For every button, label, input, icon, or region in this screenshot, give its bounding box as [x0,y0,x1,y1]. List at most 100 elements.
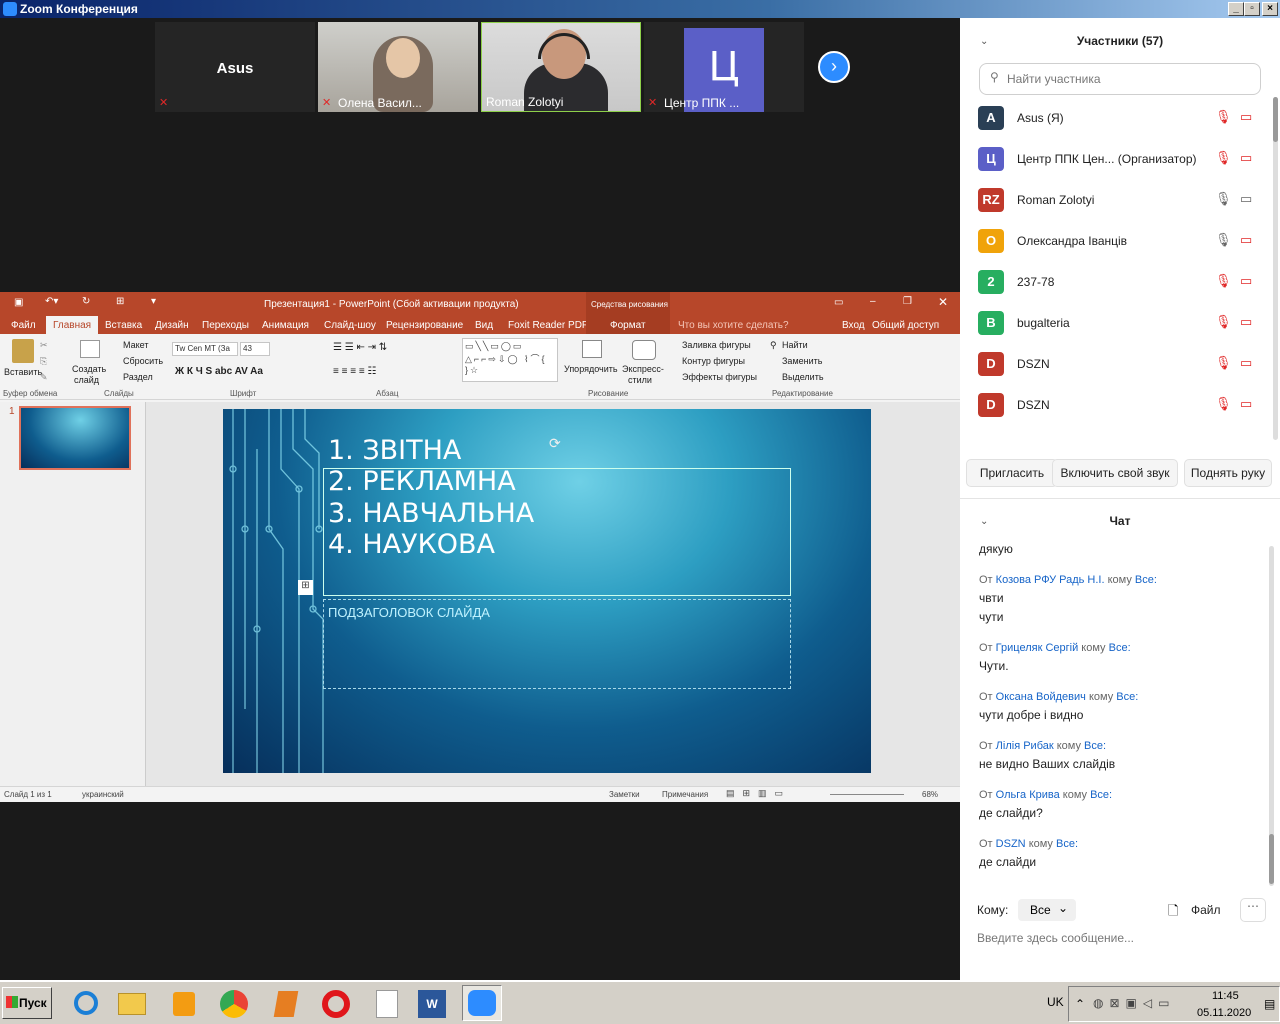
layout-button[interactable]: Макет [123,340,148,350]
sender-name[interactable]: Лілія Рибак [996,740,1054,752]
tab-foxit[interactable]: Foxit Reader PDF [508,320,588,331]
save-icon[interactable]: ▣ [14,297,23,308]
next-page-button[interactable]: › [818,51,850,83]
language-indicator[interactable]: UK [1047,995,1064,1009]
tab-review[interactable]: Рецензирование [386,320,463,331]
reset-button[interactable]: Сбросить [123,356,163,366]
tab-insert[interactable]: Вставка [105,320,142,331]
arrange-button[interactable]: Упорядочить [564,364,618,374]
find-button[interactable]: Найти [782,340,808,350]
participant-row[interactable]: Bbugalteria 🎙 ▭ [960,302,1270,343]
tab-home[interactable]: Главная [46,316,99,334]
file-button[interactable]: Файл [1191,903,1221,917]
tab-animation[interactable]: Анимация [262,320,309,331]
paste-button[interactable]: Вставить [4,367,42,377]
participant-row[interactable]: A Asus (Я) 🎙 ▭ [960,97,1270,138]
sender-name[interactable]: Ольга Крива [996,789,1060,801]
participant-row[interactable]: D DSZN 🎙 ▭ [960,343,1270,384]
undo-icon[interactable]: ↶▾ [45,296,58,307]
file-icon[interactable]: 🗋 [1168,902,1178,924]
close-button[interactable]: × [1262,2,1278,16]
qat-more-icon[interactable]: ▾ [151,296,156,307]
language-indicator[interactable]: украинский [82,790,124,799]
font-style-buttons[interactable]: Ж К Ч S abc AV Aa [175,366,263,377]
recipient-select[interactable]: Все ⌄ [1018,899,1076,921]
view-buttons[interactable]: ▤⊞▥▭ [726,788,791,799]
redo-icon[interactable]: ↻ [82,296,90,307]
notes-button[interactable]: Заметки [609,790,640,799]
share-button[interactable]: Общий доступ [872,320,939,331]
arrange-icon[interactable] [582,340,602,358]
explorer-icon[interactable] [112,985,152,1021]
layout-options-icon[interactable]: ⊞ [298,580,313,595]
ie-icon[interactable] [66,985,106,1021]
zoom-slider[interactable] [830,794,904,795]
quick-styles-icon[interactable] [632,340,656,360]
shapes-gallery[interactable]: ▭╲╲▭◯▭ △⌐⌐⇨⇩◯ ⌇⌒{ }☆ [462,338,558,382]
unmute-button[interactable]: Включить свой звук [1052,459,1178,487]
new-slide-button-2[interactable]: слайд [74,375,99,385]
app-icon[interactable] [266,985,306,1021]
quick-styles-button[interactable]: Экспресс- [622,364,664,374]
participant-row[interactable]: 2 237-78 🎙 ▭ [960,261,1270,302]
tell-me-box[interactable]: Что вы хотите сделать? [678,320,789,331]
shape-fill-button[interactable]: Заливка фигуры [682,340,751,350]
sender-name[interactable]: Грицеляк Сергій [996,642,1079,654]
tab-slideshow[interactable]: Слайд-шоу [324,320,376,331]
chat-input[interactable]: Введите здесь сообщение... [977,931,1134,945]
tab-design[interactable]: Дизайн [155,320,189,331]
zoom-level[interactable]: 68% [922,790,938,799]
find-icon[interactable]: ⚲ [770,340,777,351]
slide-canvas[interactable]: ⟳ 1. ЗВІТНА 2. РЕКЛАМНА 3. НАВЧАЛЬНА 4. … [223,409,871,773]
media-player-icon[interactable] [164,985,204,1021]
sender-name[interactable]: Козова РФУ Радь Н.І. [996,574,1105,586]
participant-row[interactable]: O Олександра Іванців 🎙 ▭ [960,220,1270,261]
copy-icon[interactable]: ⎘ [40,356,47,367]
participant-row[interactable]: RZ Roman Zolotyi 🎙 ▭ [960,179,1270,220]
minimize-button[interactable]: _ [1228,2,1244,16]
scrollbar[interactable] [1273,97,1278,440]
shape-outline-button[interactable]: Контур фигуры [682,356,745,366]
comments-button[interactable]: Примечания [662,790,708,799]
start-button[interactable]: Пуск [2,987,52,1019]
ppt-minimize-button[interactable]: – [870,296,876,307]
slide-thumbnail[interactable] [19,406,131,470]
ribbon-display-icon[interactable]: ▭ [834,297,843,308]
file-icon[interactable] [366,985,406,1021]
video-tile[interactable]: Asus ✕ [155,22,315,112]
list-icons[interactable]: ☰ ☰ ⇤ ⇥ ⇅ [333,342,387,353]
zoom-taskbar-icon[interactable] [462,985,502,1021]
invite-button[interactable]: Пригласить [966,459,1058,487]
maximize-button[interactable]: ▫ [1244,2,1260,16]
paste-icon[interactable] [12,339,34,363]
sender-name[interactable]: DSZN [996,838,1026,850]
present-icon[interactable]: ⊞ [116,296,124,307]
shape-effects-button[interactable]: Эффекты фигуры [682,372,757,382]
participant-row[interactable]: Ц Центр ППК Цен... (Организатор) 🎙 ▭ [960,138,1270,179]
select-button[interactable]: Выделить [782,372,824,382]
video-tile[interactable]: ✕ Олена Васил... [318,22,478,112]
video-tile-active[interactable]: Roman Zolotyi [481,22,641,112]
chat-scrollbar[interactable] [1269,546,1274,886]
opera-icon[interactable] [316,985,356,1021]
ppt-restore-button[interactable]: ❐ [903,296,912,307]
rotate-handle-icon[interactable]: ⟳ [549,435,561,452]
participant-row[interactable]: D DSZN 🎙 ▭ [960,384,1270,425]
new-slide-button[interactable]: Создать [72,364,106,374]
tray-expand-icon[interactable]: ⌃ [1075,997,1085,1011]
align-icons[interactable]: ≡ ≡ ≡ ≡ ☷ [333,366,376,377]
video-tile[interactable]: Ц ✕ Центр ППК ... [644,22,804,112]
more-options-button[interactable]: ⋯ [1240,898,1266,922]
tray-icons[interactable]: ◍⊠▣◁▭ [1093,996,1175,1010]
tab-view[interactable]: Вид [475,320,493,331]
raise-hand-button[interactable]: Поднять руку [1184,459,1272,487]
notifications-icon[interactable]: ▤ [1264,997,1275,1011]
quick-styles-button-2[interactable]: стили [628,375,652,385]
ppt-close-button[interactable]: ✕ [938,295,948,309]
tab-transitions[interactable]: Переходы [202,320,249,331]
format-painter-icon[interactable]: ✎ [40,372,48,383]
new-slide-icon[interactable] [80,340,100,358]
tab-format[interactable]: Формат [586,316,670,334]
sender-name[interactable]: Оксана Войдевич [996,691,1086,703]
font-size-select[interactable]: 43 [240,342,270,356]
